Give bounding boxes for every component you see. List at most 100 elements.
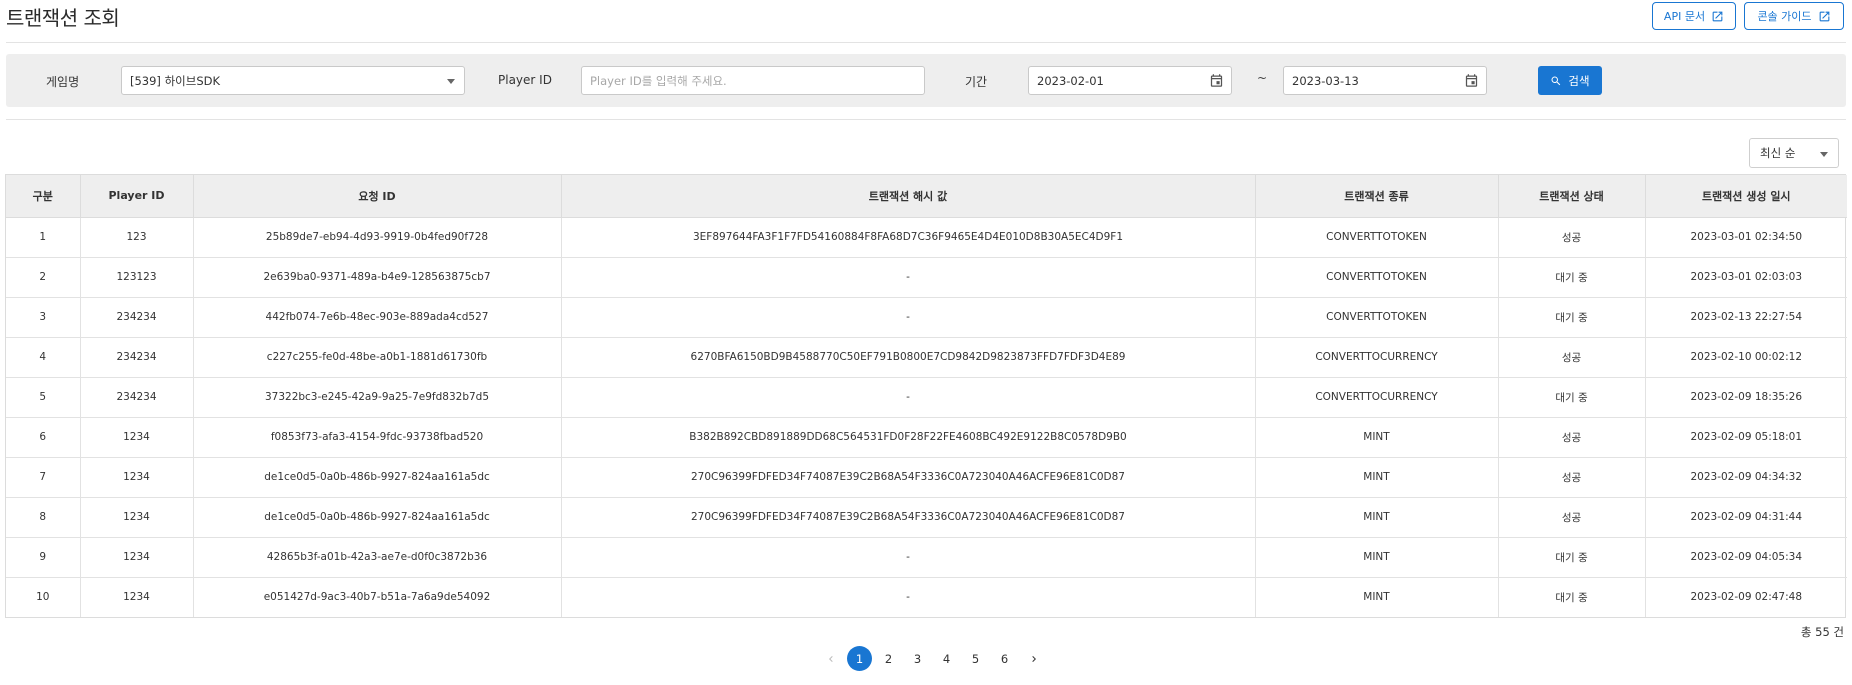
calendar-icon[interactable] [1464, 73, 1479, 88]
prev-page-button[interactable] [818, 646, 843, 671]
tx-status-cell: 대기 중 [1498, 537, 1646, 578]
player-id-input[interactable]: Player ID를 입력해 주세요. [581, 66, 925, 95]
row-index-cell: 1 [6, 217, 81, 258]
calendar-icon[interactable] [1209, 73, 1224, 88]
request-id-cell: 37322bc3-e245-42a9-9a25-7e9fd832b7d5 [193, 377, 562, 418]
player-id-placeholder: Player ID를 입력해 주세요. [590, 73, 727, 88]
table-row[interactable]: 7 1234 de1ce0d5-0a0b-486b-9927-824aa161a5d… [6, 457, 1847, 498]
tx-type-cell: CONVERTTOCURRENCY [1255, 377, 1499, 418]
player-id-cell: 123 [80, 217, 194, 258]
request-id-cell: de1ce0d5-0a0b-486b-9927-824aa161a5dc [193, 457, 562, 498]
page-button[interactable]: 1 [847, 646, 872, 671]
divider [6, 42, 1846, 43]
table-row[interactable]: 10 1234 e051427d-9ac3-40b7-b51a-7a6a9de540… [6, 577, 1847, 617]
tx-status-cell: 성공 [1498, 417, 1646, 458]
player-id-cell: 1234 [80, 417, 194, 458]
next-page-button[interactable] [1021, 646, 1046, 671]
column-header[interactable]: 요청 ID [193, 175, 562, 218]
sort-value: 최신 순 [1760, 146, 1796, 160]
tx-hash-cell: - [561, 577, 1256, 617]
column-header[interactable]: 트랜잭션 상태 [1498, 175, 1646, 218]
tx-type-cell: CONVERTTOTOKEN [1255, 297, 1499, 338]
date-separator: ~ [1257, 71, 1268, 85]
tx-hash-cell: 3EF897644FA3F1F7FD54160884F8FA68D7C36F94… [561, 217, 1256, 258]
page-button[interactable]: 4 [934, 646, 959, 671]
tx-hash-cell: - [561, 297, 1256, 338]
api-docs-label: API 문서 [1663, 10, 1706, 23]
tx-status-cell: 대기 중 [1498, 257, 1646, 298]
request-id-cell: f0853f73-afa3-4154-9fdc-93738fbad520 [193, 417, 562, 458]
table-row[interactable]: 6 1234 f0853f73-afa3-4154-9fdc-93738fbad52… [6, 417, 1847, 458]
search-icon [1551, 76, 1561, 85]
page-button[interactable]: 3 [905, 646, 930, 671]
player-id-cell: 123123 [80, 257, 194, 298]
page-title: 트랜잭션 조회 [6, 6, 120, 30]
table-row[interactable]: 8 1234 de1ce0d5-0a0b-486b-9927-824aa161a5d… [6, 497, 1847, 538]
table-row[interactable]: 2 123123 2e639ba0-9371-489a-b4e9-128563875… [6, 257, 1847, 298]
api-docs-button[interactable]: API 문서 [1652, 2, 1736, 30]
column-header[interactable]: Player ID [80, 175, 194, 218]
player-id-cell: 234234 [80, 297, 194, 338]
tx-hash-cell: 6270BFA6150BD9B4588770C50EF791B0800E7CD9… [561, 337, 1256, 378]
tx-created-at-cell: 2023-02-13 22:27:54 [1645, 297, 1847, 338]
table-row[interactable]: 4 234234 c227c255-fe0d-48be-a0b1-1881d6173… [6, 337, 1847, 378]
game-select[interactable]: [539] 하이브SDK [121, 66, 465, 95]
column-header[interactable]: 트랜잭션 생성 일시 [1645, 175, 1847, 218]
table-row[interactable]: 3 234234 442fb074-7e6b-48ec-903e-889ada4cd… [6, 297, 1847, 338]
request-id-cell: 2e639ba0-9371-489a-b4e9-128563875cb7 [193, 257, 562, 298]
tx-status-cell: 성공 [1498, 337, 1646, 378]
caret-down-icon [447, 79, 455, 84]
tx-created-at-cell: 2023-02-09 04:05:34 [1645, 537, 1847, 578]
tx-hash-cell: 270C96399FDFED34F74087E39C2B68A54F3336C0… [561, 457, 1256, 498]
row-index-cell: 5 [6, 377, 81, 418]
table-row[interactable]: 5 234234 37322bc3-e245-42a9-9a25-7e9fd832b… [6, 377, 1847, 418]
row-index-cell: 8 [6, 497, 81, 538]
date-from-input[interactable]: 2023-02-01 [1028, 66, 1232, 95]
chevron-right-icon [1031, 655, 1036, 662]
tx-status-cell: 대기 중 [1498, 297, 1646, 338]
player-id-cell: 1234 [80, 577, 194, 617]
table-row[interactable]: 9 1234 42865b3f-a01b-42a3-ae7e-d0f0c3872b3… [6, 537, 1847, 578]
player-id-cell: 234234 [80, 337, 194, 378]
row-index-cell: 2 [6, 257, 81, 298]
game-select-value: [539] 하이브SDK [130, 73, 221, 88]
table-row[interactable]: 1 123 25b89de7-eb94-4d93-9919-0b4fed90f728… [6, 217, 1847, 258]
page-button[interactable]: 6 [992, 646, 1017, 671]
row-index-cell: 7 [6, 457, 81, 498]
transaction-table: 구분 Player ID 요청 ID 트랜잭션 해시 값 트랜잭션 종류 트랜잭… [5, 174, 1847, 618]
search-button[interactable]: 검색 [1538, 66, 1602, 95]
sort-select[interactable]: 최신 순 [1749, 138, 1839, 168]
tx-created-at-cell: 2023-02-09 04:31:44 [1645, 497, 1847, 538]
console-guide-button[interactable]: 콘솔 가이드 [1744, 2, 1844, 30]
pagination: 1 2 3 4 5 6 [816, 646, 1048, 671]
console-guide-label: 콘솔 가이드 [1757, 10, 1812, 23]
tx-created-at-cell: 2023-02-09 04:34:32 [1645, 457, 1847, 498]
tx-created-at-cell: 2023-02-10 00:02:12 [1645, 337, 1847, 378]
tx-type-cell: CONVERTTOCURRENCY [1255, 337, 1499, 378]
player-id-cell: 234234 [80, 377, 194, 418]
column-header[interactable]: 구분 [6, 175, 81, 218]
player-id-cell: 1234 [80, 457, 194, 498]
player-id-cell: 1234 [80, 537, 194, 578]
tx-hash-cell: - [561, 257, 1256, 298]
player-id-cell: 1234 [80, 497, 194, 538]
row-index-cell: 10 [6, 577, 81, 617]
column-header[interactable]: 트랜잭션 종류 [1255, 175, 1499, 218]
request-id-cell: de1ce0d5-0a0b-486b-9927-824aa161a5dc [193, 497, 562, 538]
page-button[interactable]: 5 [963, 646, 988, 671]
tx-status-cell: 대기 중 [1498, 577, 1646, 617]
date-from-value: 2023-02-01 [1037, 73, 1104, 88]
request-id-cell: 442fb074-7e6b-48ec-903e-889ada4cd527 [193, 297, 562, 338]
tx-type-cell: MINT [1255, 457, 1499, 498]
tx-status-cell: 성공 [1498, 497, 1646, 538]
tx-type-cell: MINT [1255, 577, 1499, 617]
page-button[interactable]: 2 [876, 646, 901, 671]
external-link-icon [1819, 11, 1829, 21]
date-to-input[interactable]: 2023-03-13 [1283, 66, 1487, 95]
column-header[interactable]: 트랜잭션 해시 값 [561, 175, 1256, 218]
row-index-cell: 9 [6, 537, 81, 578]
tx-status-cell: 성공 [1498, 217, 1646, 258]
caret-down-icon [1820, 152, 1828, 157]
row-index-cell: 6 [6, 417, 81, 458]
tx-hash-cell: - [561, 537, 1256, 578]
